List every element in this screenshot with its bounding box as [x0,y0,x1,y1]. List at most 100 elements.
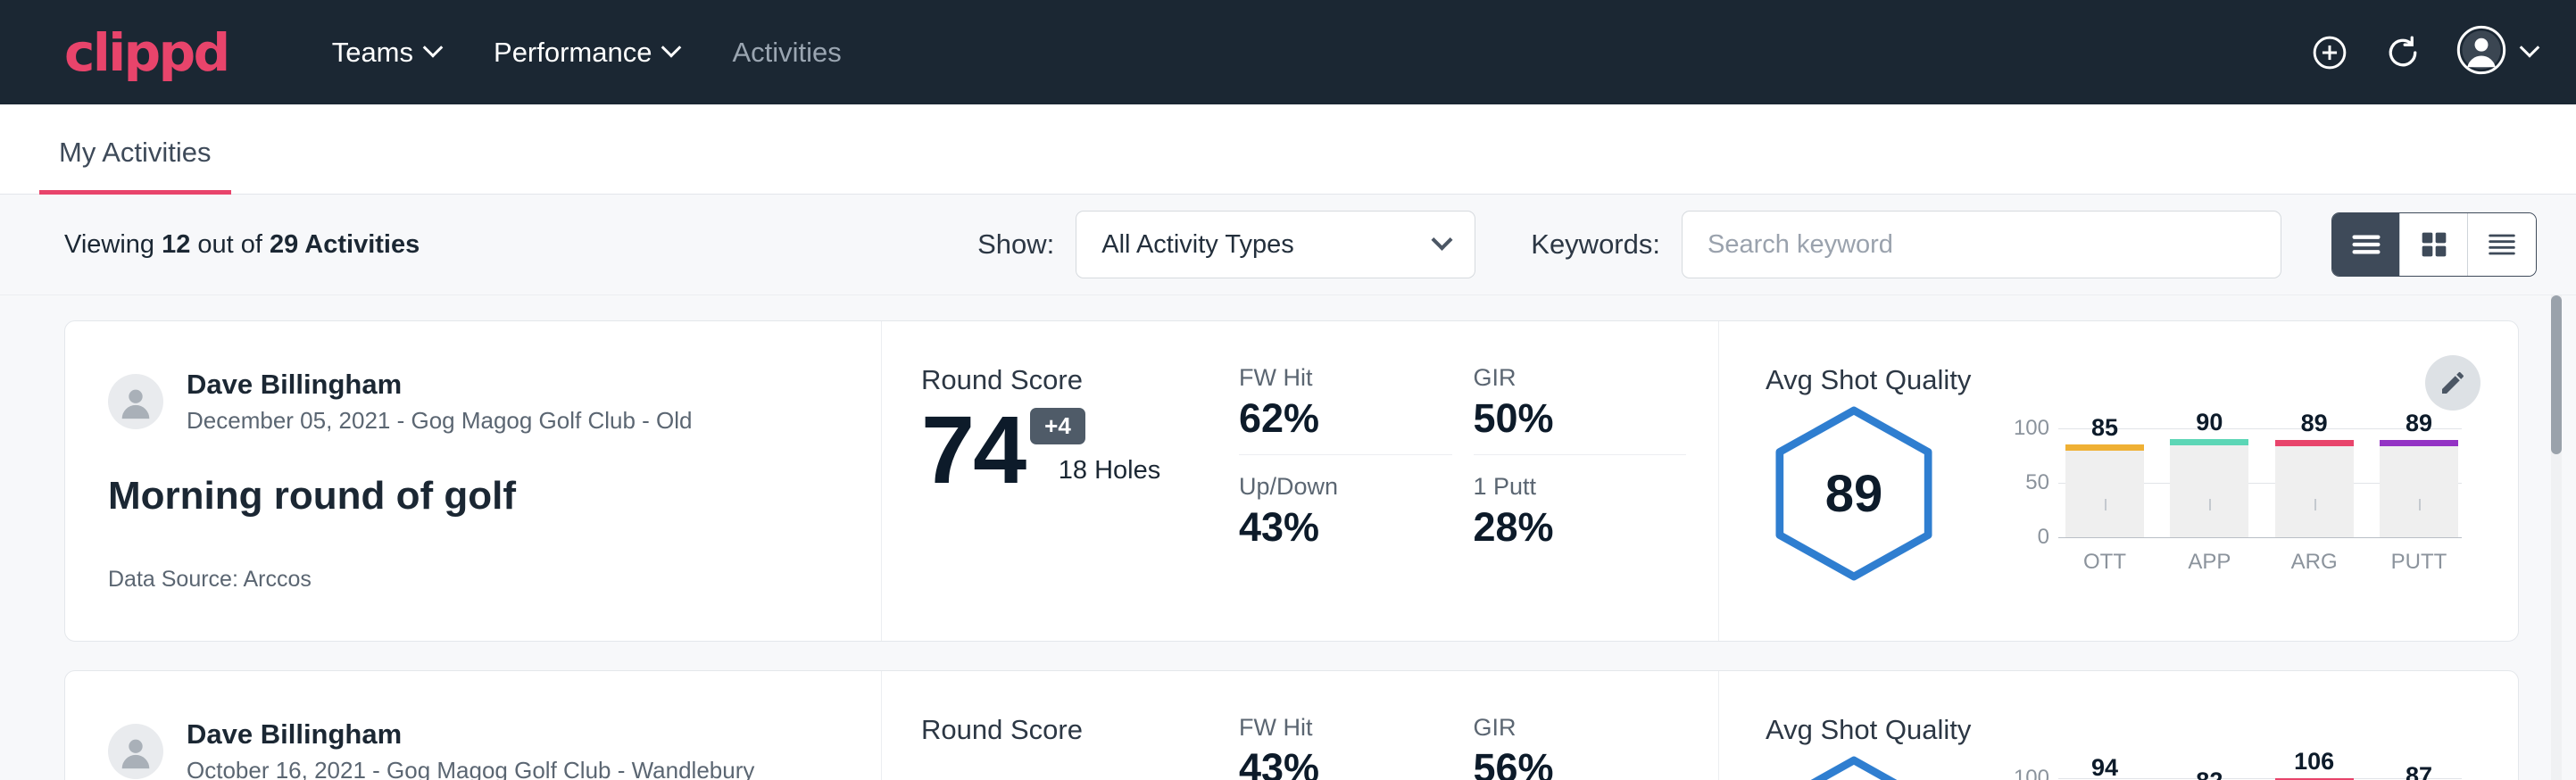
activity-card[interactable]: Dave Billingham December 05, 2021 - Gog … [64,320,2519,642]
score-to-par-badge: +4 [1030,408,1085,444]
y-axis-tick: 0 [1998,525,2049,550]
bar-value-label: 87 [2380,762,2458,780]
x-axis-label: ARG [2275,550,2354,575]
avg-shot-quality-block: Avg Shot Quality 89 050100 85 90 [1719,321,2518,641]
keywords-group: Keywords: [1531,211,2281,278]
activity-meta: October 16, 2021 - Gog Magog Golf Club -… [187,757,754,780]
quality-hexagon: 89 [1766,405,1942,582]
view-mode-compact-button[interactable] [2468,213,2536,276]
chevron-down-icon [2520,37,2540,58]
activity-card-list[interactable]: Dave Billingham December 05, 2021 - Gog … [0,295,2576,780]
viewing-mid: out of [190,230,270,259]
keywords-label: Keywords: [1531,228,1660,261]
round-score-row: 74 +4 18 Holes [921,402,1239,498]
nav-item-teams-label: Teams [332,37,413,69]
stat-value: 43% [1239,745,1452,780]
viewing-suffix: Activities [298,230,420,259]
bar-shape [2170,439,2248,537]
user-name: Dave Billingham [187,368,693,401]
x-axis-tick [2105,499,2107,510]
stat-value: 43% [1239,504,1452,551]
viewing-count: 12 [162,230,190,259]
activity-meta: December 05, 2021 - Gog Magog Golf Club … [187,407,693,435]
stat-gir: GIR 50% [1474,364,1687,455]
avatar [108,374,163,429]
bar-value-label: 82 [2170,768,2248,780]
stat-label: Up/Down [1239,473,1452,501]
x-axis-label: APP [2170,550,2248,575]
round-score-label: Round Score [921,714,1239,746]
filter-controls: Show: All Activity Types Keywords: [977,211,2537,278]
view-mode-grid-button[interactable] [2400,213,2468,276]
round-score-block: Round Score 74 +4 18 Holes [882,321,1239,641]
stats-grid: FW Hit 43% GIR 56% [1239,671,1719,780]
round-score-row [921,751,1239,764]
stat-label: GIR [1474,364,1687,392]
bar-shape [2065,444,2144,537]
bar-cap [2380,440,2458,446]
activity-identity: Dave Billingham December 05, 2021 - Gog … [65,321,882,641]
activity-card[interactable]: Dave Billingham October 16, 2021 - Gog M… [64,670,2519,780]
nav-item-activities-label: Activities [732,37,841,69]
chart-bar-putt: 89 [2380,428,2458,537]
x-axis-label: OTT [2065,550,2144,575]
y-axis-tick: 100 [1998,766,2049,780]
user-name: Dave Billingham [187,718,754,751]
stat-value: 56% [1474,745,1687,780]
chart-bar-ott: 85 [2065,428,2144,537]
nav-item-teams[interactable]: Teams [305,26,467,79]
chart-bars: 85 90 89 89 [2065,428,2458,537]
bar-value-label: 94 [2065,754,2144,780]
stat-up-down: Up/Down 43% [1239,455,1452,551]
stat-label: 1 Putt [1474,473,1687,501]
nav-item-activities[interactable]: Activities [705,26,868,79]
scrollbar-thumb[interactable] [2551,295,2562,454]
show-label: Show: [977,228,1054,261]
x-axis-label: PUTT [2380,550,2458,575]
user-row: Dave Billingham December 05, 2021 - Gog … [108,368,881,435]
nav-item-performance[interactable]: Performance [467,26,705,79]
account-avatar-icon [2456,25,2506,79]
viewing-summary: Viewing 12 out of 29 Activities [64,230,420,260]
stat-gir: GIR 56% [1474,714,1687,780]
stats-grid: FW Hit 62% GIR 50% Up/Down 43% 1 Putt 28… [1239,321,1719,641]
bar-value-label: 89 [2380,410,2458,437]
stat-value: 50% [1474,395,1687,442]
tab-my-activities[interactable]: My Activities [39,137,231,195]
chevron-down-icon [1432,228,1453,250]
bar-value-label: 90 [2170,409,2248,436]
clippd-logo[interactable]: clippd [64,27,229,79]
nav-item-performance-label: Performance [494,37,652,69]
avg-shot-quality-body: 89 050100 85 90 89 [1766,405,2518,582]
activity-title: Morning round of golf [108,474,881,519]
activity-type-select[interactable]: All Activity Types [1076,211,1475,278]
chevron-down-icon [661,37,682,58]
x-axis-tick [2314,499,2316,510]
vertical-scrollbar[interactable] [2551,295,2562,780]
avg-shot-quality-body: 050100 94 82 106 87 [1766,755,2518,780]
round-score-block: Round Score [882,671,1239,780]
refresh-icon[interactable] [2383,33,2422,72]
y-axis-tick: 50 [1998,470,2049,495]
view-mode-list-button[interactable] [2332,213,2400,276]
stat-fw-hit: FW Hit 62% [1239,364,1452,455]
top-navbar: clippd Teams Performance Activities [0,0,2576,104]
chart-x-labels: OTT APP ARG PUTT [2065,550,2458,575]
account-menu[interactable] [2456,25,2537,79]
x-axis-tick [2209,499,2211,510]
round-score-value: 74 [921,402,1025,498]
tab-my-activities-label: My Activities [59,137,212,168]
view-mode-toggle [2331,212,2537,277]
search-input[interactable] [1682,211,2281,278]
bar-cap [2065,444,2144,451]
data-source: Data Source: Arccos [108,567,881,593]
add-icon[interactable] [2310,33,2349,72]
avg-shot-quality-label: Avg Shot Quality [1766,714,2518,746]
primary-nav: Teams Performance Activities [305,26,868,79]
chevron-down-icon [423,37,444,58]
round-score-label: Round Score [921,364,1239,396]
navbar-actions [2310,25,2537,79]
activity-identity: Dave Billingham October 16, 2021 - Gog M… [65,671,882,780]
edit-activity-button[interactable] [2425,355,2480,411]
holes-played: 18 Holes [1059,456,1160,498]
